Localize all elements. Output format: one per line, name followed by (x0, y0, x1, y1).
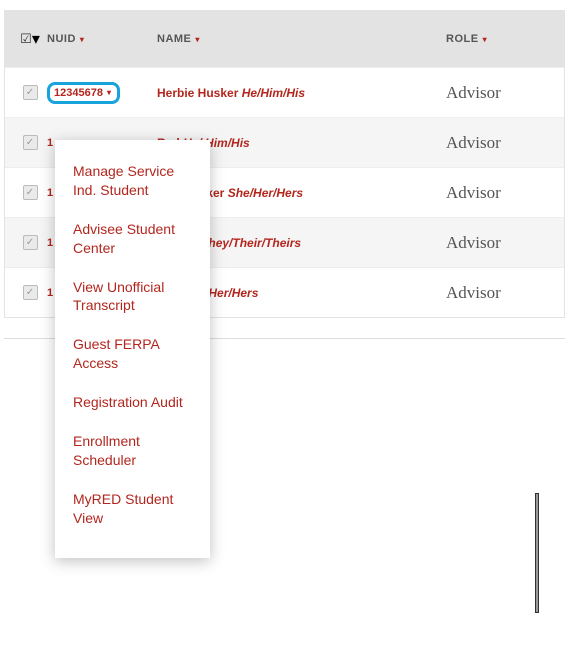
header-role-label: ROLE (446, 33, 479, 45)
nuid-value: 1 (47, 187, 53, 199)
table-header-row: ☑ ▾ NUID ▾ NAME ▾ ROLE ▾ (5, 11, 564, 67)
nuid-value: 12345678 (54, 87, 103, 99)
table-row: 12345678 ▾ Herbie Husker He/Him/His Advisor (5, 67, 564, 117)
row-checkbox[interactable] (23, 285, 38, 300)
menu-item[interactable]: Enrollment Scheduler (55, 422, 210, 480)
role-value: Advisor (446, 133, 501, 152)
header-nuid-label: NUID (47, 33, 76, 45)
pronouns: She/Her/Hers (228, 186, 303, 200)
menu-item[interactable]: View Unofficial Transcript (55, 268, 210, 326)
chevron-down-icon: ▾ (32, 29, 40, 49)
header-role[interactable]: ROLE ▾ (446, 33, 536, 45)
nuid-value: 1 (47, 287, 53, 299)
check-square-icon: ☑ (20, 31, 32, 47)
nuid-dropdown-trigger[interactable]: 12345678 ▾ (47, 82, 137, 104)
student-name[interactable]: Herbie Husker He/Him/His (157, 86, 305, 100)
role-value: Advisor (446, 83, 501, 102)
vertical-scrollbar[interactable] (535, 493, 539, 613)
header-name-label: NAME (157, 33, 191, 45)
role-value: Advisor (446, 283, 501, 302)
row-checkbox[interactable] (23, 85, 38, 100)
header-name[interactable]: NAME ▾ (137, 33, 446, 45)
chevron-down-icon: ▾ (195, 35, 200, 44)
chevron-down-icon: ▾ (80, 35, 85, 44)
menu-item[interactable]: Registration Audit (55, 383, 210, 422)
nuid-value: 1 (47, 237, 53, 249)
nuid-value: 1 (47, 137, 53, 149)
menu-item[interactable]: Guest FERPA Access (55, 325, 210, 383)
select-all-header[interactable]: ☑ ▾ (13, 29, 47, 49)
menu-item[interactable]: Advisee Student Center (55, 210, 210, 268)
role-value: Advisor (446, 183, 501, 202)
header-nuid[interactable]: NUID ▾ (47, 33, 137, 45)
chevron-down-icon: ▾ (107, 88, 111, 97)
row-checkbox[interactable] (23, 185, 38, 200)
chevron-down-icon: ▾ (483, 35, 488, 44)
role-value: Advisor (446, 233, 501, 252)
row-checkbox[interactable] (23, 235, 38, 250)
row-checkbox[interactable] (23, 135, 38, 150)
pronouns: They/Their/Theirs (201, 236, 301, 250)
menu-item[interactable]: MyRED Student View (55, 480, 210, 538)
nuid-dropdown-menu: Manage Service Ind. StudentAdvisee Stude… (55, 140, 210, 558)
menu-item[interactable]: Manage Service Ind. Student (55, 152, 210, 210)
pronouns: He/Him/His (242, 86, 305, 100)
